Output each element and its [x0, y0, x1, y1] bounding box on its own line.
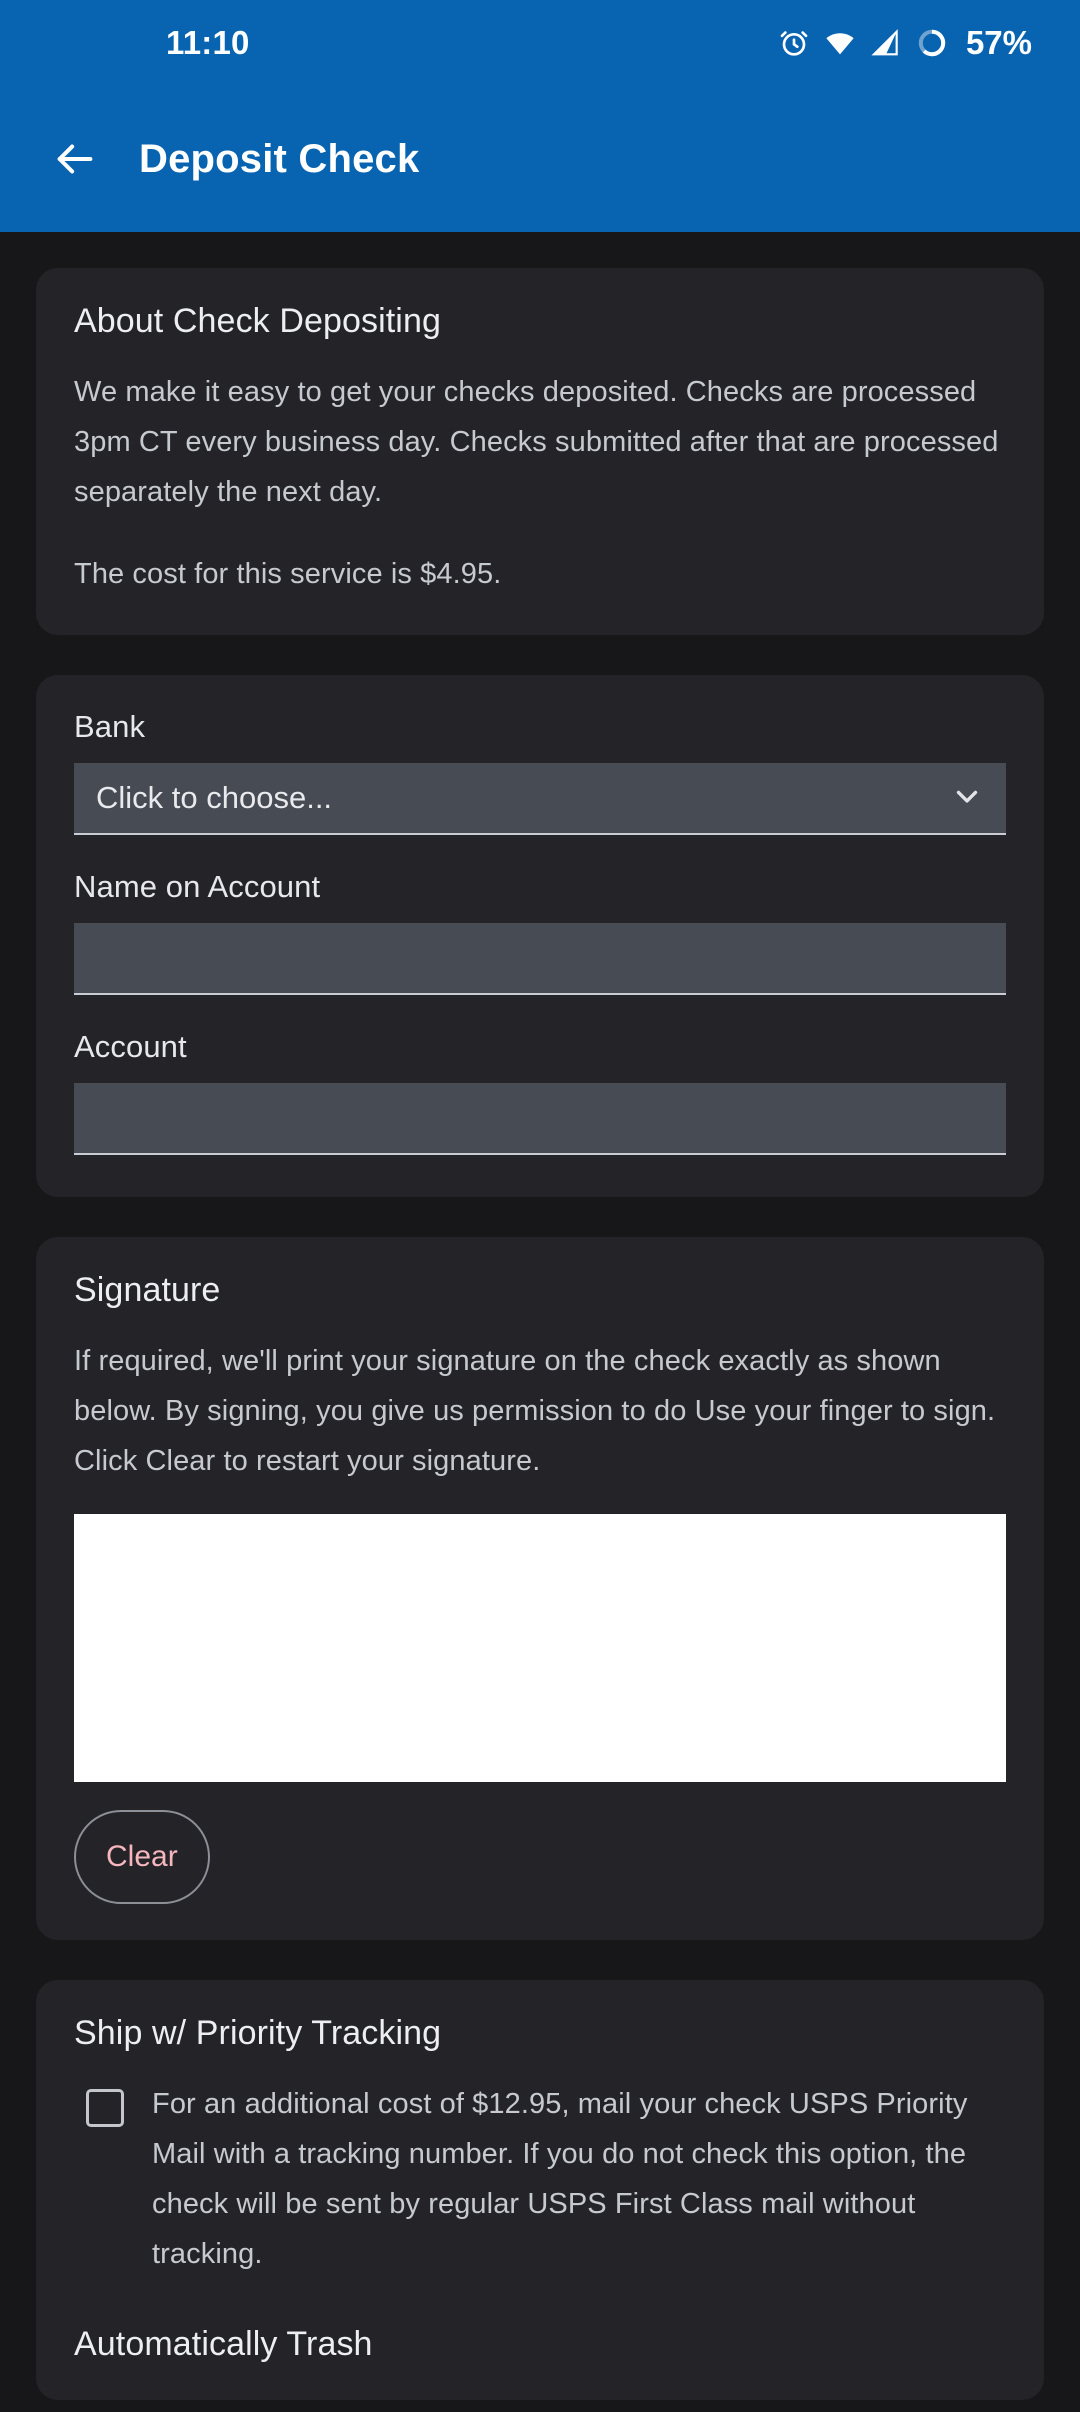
- priority-tracking-checkbox[interactable]: [86, 2089, 124, 2127]
- account-control[interactable]: [74, 1083, 1006, 1155]
- name-on-account-field: Name on Account: [74, 869, 1006, 995]
- account-field: Account: [74, 1029, 1006, 1155]
- clear-signature-button[interactable]: Clear: [74, 1810, 210, 1904]
- chevron-down-icon: [950, 779, 984, 818]
- about-card-title: About Check Depositing: [74, 302, 441, 340]
- account-input[interactable]: [96, 1083, 984, 1153]
- bank-select[interactable]: Click to choose...: [74, 763, 1006, 835]
- back-arrow-icon[interactable]: [38, 122, 112, 196]
- signature-card-description: If required, we'll print your signature …: [74, 1345, 996, 1477]
- priority-tracking-title: Ship w/ Priority Tracking: [74, 2014, 442, 2052]
- bank-field: Bank Click to choose...: [74, 709, 1006, 835]
- signal-icon: [870, 27, 902, 59]
- bank-field-label: Bank: [74, 709, 146, 744]
- name-on-account-control[interactable]: [74, 923, 1006, 995]
- battery-icon: [916, 27, 948, 59]
- priority-tracking-description: For an additional cost of $12.95, mail y…: [152, 2088, 968, 2270]
- battery-percent-label: 57%: [965, 24, 1032, 61]
- signature-card: Signature If required, we'll print your …: [36, 1237, 1044, 1940]
- account-label: Account: [74, 1029, 187, 1064]
- account-form-card: Bank Click to choose... Name on Account: [36, 675, 1044, 1197]
- about-card-paragraph-1: We make it easy to get your checks depos…: [74, 376, 999, 508]
- about-card-paragraph-2: The cost for this service is $4.95.: [74, 558, 502, 590]
- signature-card-title: Signature: [74, 1271, 221, 1309]
- name-on-account-input[interactable]: [96, 923, 984, 993]
- automatically-trash-title: Automatically Trash: [74, 2325, 373, 2363]
- status-bar-clock: 11:10: [166, 24, 250, 61]
- priority-tracking-row: For an additional cost of $12.95, mail y…: [74, 2079, 1006, 2279]
- app-bar: Deposit Check: [0, 86, 1080, 232]
- status-bar: 11:10 57%: [0, 0, 1080, 86]
- page-title: Deposit Check: [139, 136, 420, 181]
- status-bar-indicators: 57%: [778, 24, 1032, 62]
- bank-select-value: Click to choose...: [96, 780, 333, 815]
- app-screen: 11:10 57% Deposit Check About Check Depo…: [0, 0, 1080, 2412]
- about-check-depositing-card: About Check Depositing We make it easy t…: [36, 268, 1044, 635]
- name-on-account-label: Name on Account: [74, 869, 321, 904]
- wifi-icon: [824, 27, 856, 59]
- app-bar-container: 11:10 57% Deposit Check: [0, 0, 1080, 232]
- content-area: About Check Depositing We make it easy t…: [0, 232, 1080, 2400]
- shipping-options-card: Ship w/ Priority Tracking For an additio…: [36, 1980, 1044, 2400]
- alarm-icon: [778, 27, 810, 59]
- signature-pad[interactable]: [74, 1514, 1006, 1782]
